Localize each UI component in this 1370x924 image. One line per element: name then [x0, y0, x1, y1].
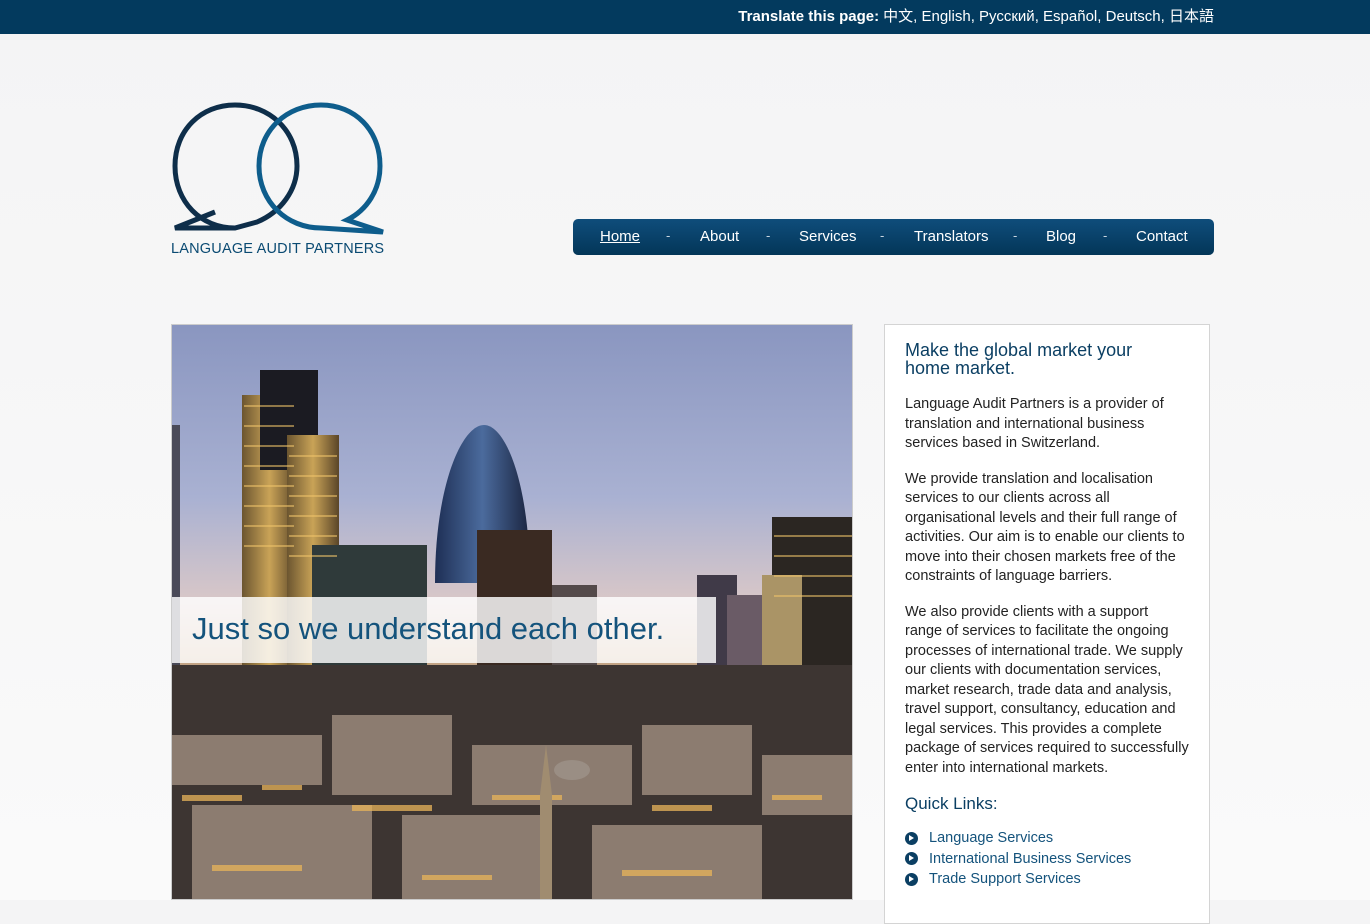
lang-german[interactable]: Deutsch: [1106, 8, 1161, 25]
nav-contact[interactable]: Contact: [1136, 228, 1188, 245]
intro-paragraph: Language Audit Partners is a provider of…: [905, 396, 1164, 451]
quick-link-trade-support-services[interactable]: Trade Support Services: [929, 871, 1081, 887]
top-bar: Translate this page: 中文, English, Русский…: [0, 0, 1370, 34]
quick-links-list: Language Services International Business…: [905, 828, 1189, 890]
lang-spanish[interactable]: Español: [1043, 8, 1097, 25]
nav-services[interactable]: Services: [799, 228, 857, 245]
intro-panel: Make the global market your home market.…: [884, 324, 1210, 924]
quick-link-item: Language Services: [905, 828, 1189, 849]
quick-links-title: Quick Links:: [905, 794, 998, 813]
nav-separator: -: [1013, 228, 1018, 243]
site-logo[interactable]: LANGUAGE AUDIT PARTNERS: [171, 100, 386, 260]
lang-japanese[interactable]: 日本語: [1169, 8, 1214, 25]
nav-about[interactable]: About: [700, 228, 739, 245]
translate-bar: Translate this page: 中文, English, Русский…: [738, 8, 1214, 25]
nav-home[interactable]: Home: [600, 228, 640, 245]
hero-tagline: Just so we understand each other.: [172, 597, 716, 663]
lang-chinese[interactable]: 中文: [883, 8, 913, 25]
main-nav: Home - About - Services - Translators - …: [573, 219, 1214, 255]
nav-blog[interactable]: Blog: [1046, 228, 1076, 245]
hero-image: Just so we understand each other.: [171, 324, 853, 900]
quick-link-item: Trade Support Services: [905, 869, 1189, 890]
quick-link-language-services[interactable]: Language Services: [929, 830, 1053, 846]
intro-paragraph: We provide translation and localisation …: [905, 470, 1185, 585]
intro-heading: Make the global market your home market.: [905, 340, 1133, 378]
nav-translators[interactable]: Translators: [914, 228, 988, 245]
arrow-bullet-icon: [905, 872, 918, 886]
speech-bubbles-icon: [172, 102, 384, 235]
nav-separator: -: [880, 228, 885, 243]
quick-link-item: International Business Services: [905, 849, 1189, 870]
arrow-bullet-icon: [905, 852, 918, 866]
lang-russian[interactable]: Русский: [979, 8, 1035, 25]
nav-separator: -: [766, 228, 771, 243]
translate-label: Translate this page:: [738, 8, 880, 25]
arrow-bullet-icon: [905, 831, 918, 845]
logo-text: LANGUAGE AUDIT PARTNERS: [171, 241, 385, 257]
nav-separator: -: [666, 228, 671, 243]
lang-english[interactable]: English: [921, 8, 970, 25]
nav-separator: -: [1103, 228, 1108, 243]
intro-paragraph: We also provide clients with a support r…: [905, 603, 1189, 776]
quick-link-international-business-services[interactable]: International Business Services: [929, 851, 1131, 867]
